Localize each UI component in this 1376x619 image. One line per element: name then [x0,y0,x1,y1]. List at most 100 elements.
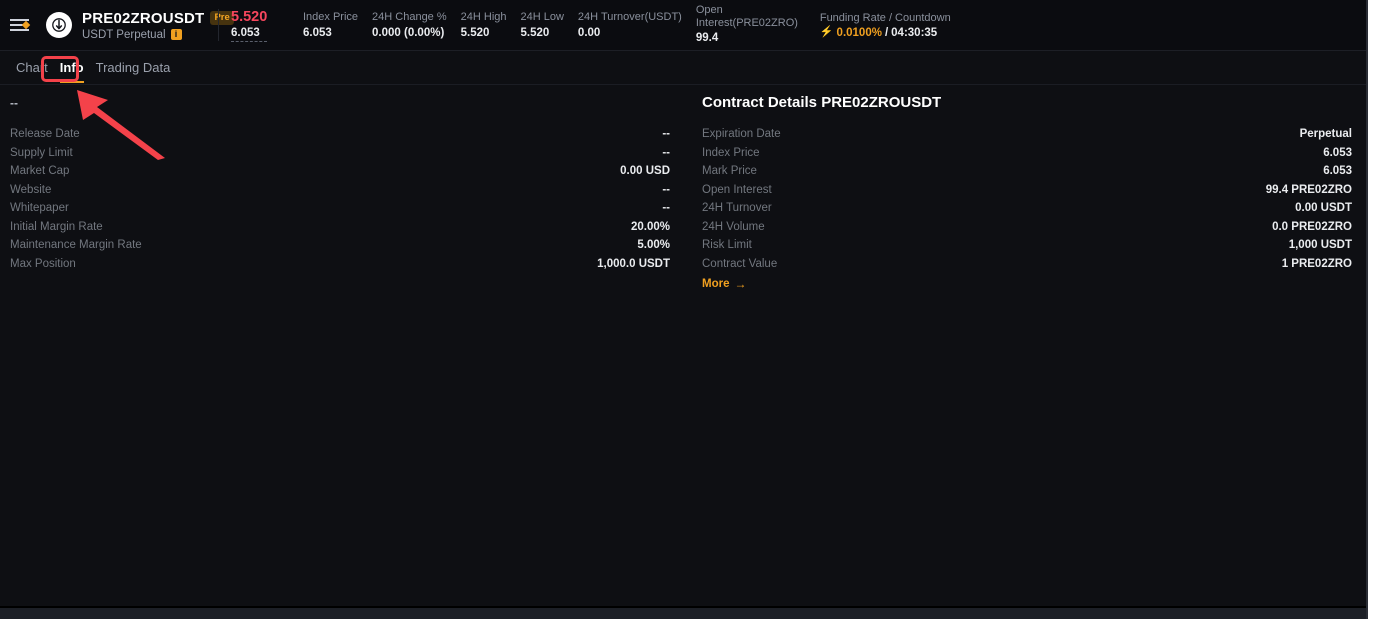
stat-label: Open Interest(PRE02ZRO) [696,4,792,30]
row-value: 1 PRE02ZRO [1282,258,1352,270]
stat-24h-low: 24H Low 5.520 [521,10,564,41]
row-value: 0.00 USD [620,165,670,177]
panel-tab-strip: Chart Info Trading Data [0,51,1366,85]
row-label: Open Interest [702,184,772,196]
info-panel-content: -- Release Date -- Supply Limit -- Marke… [0,85,1366,608]
stat-label: 24H Low [521,10,564,25]
stat-24h-high: 24H High 5.520 [461,10,507,41]
row-label: Mark Price [702,165,757,177]
stat-label: Index Price [303,10,358,25]
menu-accent-dot [21,20,29,28]
table-row: Website -- [10,181,670,200]
zro-coin-logo [46,12,72,38]
contract-details-title: Contract Details PRE02ZROUSDT [702,85,1352,121]
row-value: 6.053 [1323,165,1352,177]
row-value: 0.0 PRE02ZRO [1272,221,1352,233]
page-right-margin [1368,0,1370,619]
contract-details-rows: Expiration Date Perpetual Index Price 6.… [702,125,1352,293]
row-label: Whitepaper [10,202,69,214]
symbol-name: PRE02ZROUSDT [82,10,204,27]
table-row: Risk Limit 1,000 USDT [702,236,1352,255]
contract-type-label: USDT Perpetual [82,29,166,41]
info-icon[interactable]: i [171,29,182,40]
table-row: 24H Volume 0.0 PRE02ZRO [702,218,1352,237]
more-link[interactable]: More → [702,275,746,293]
stat-value: 5.520 [521,25,564,41]
footer-bar [0,608,1366,619]
row-value: 1,000.0 USDT [597,258,670,270]
last-price: 5.520 [231,9,289,26]
more-link-label: More [702,278,729,290]
row-value: 1,000 USDT [1289,239,1352,251]
row-label: 24H Volume [702,221,765,233]
contract-details-column: Contract Details PRE02ZROUSDT Expiration… [702,85,1352,293]
row-label: Max Position [10,258,76,270]
row-label: Expiration Date [702,128,781,140]
funding-rate-value: 0.0100% [837,27,882,39]
token-info-title: -- [10,85,670,121]
stat-open-interest: Open Interest(PRE02ZRO) 99.4 [696,4,792,46]
stat-funding-rate: Funding Rate / Countdown ⚡ 0.0100% / 04:… [820,11,951,39]
stat-value: 99.4 [696,30,792,46]
table-row: Mark Price 6.053 [702,162,1352,181]
table-row: Open Interest 99.4 PRE02ZRO [702,181,1352,200]
table-row: Max Position 1,000.0 USDT [10,255,670,274]
trading-page: PRE02ZROUSDT Pre USDT Perpetual i 5.520 … [0,0,1370,619]
row-value: 20.00% [631,221,670,233]
table-row: Market Cap 0.00 USD [10,162,670,181]
row-value: -- [662,147,670,159]
stat-index-price: Index Price 6.053 [303,10,358,41]
row-label: Initial Margin Rate [10,221,103,233]
row-value: Perpetual [1300,128,1352,140]
table-row: Contract Value 1 PRE02ZRO [702,255,1352,274]
symbol-block[interactable]: PRE02ZROUSDT Pre USDT Perpetual i [82,10,212,41]
tab-info[interactable]: Info [54,51,90,85]
arrow-right-icon: → [734,278,746,290]
funding-separator: / [885,27,888,39]
table-row: Whitepaper -- [10,199,670,218]
row-label: Contract Value [702,258,777,270]
stat-value: 0.00 [578,25,682,41]
stat-label: 24H High [461,10,507,25]
stat-value: 5.520 [461,25,507,41]
stat-value: 6.053 [303,25,358,41]
row-value: 99.4 PRE02ZRO [1266,184,1352,196]
stat-24h-change: 24H Change % 0.000 (0.00%) [372,10,447,41]
table-row: Index Price 6.053 [702,144,1352,163]
row-label: Market Cap [10,165,69,177]
header-divider [218,9,219,41]
row-value: -- [662,202,670,214]
ticker-bar: PRE02ZROUSDT Pre USDT Perpetual i 5.520 … [0,0,1366,51]
hamburger-menu-icon[interactable] [0,0,38,51]
row-value: 0.00 USDT [1295,202,1352,214]
lightning-bolt-icon: ⚡ [820,26,834,39]
token-info-column: -- Release Date -- Supply Limit -- Marke… [10,85,670,273]
row-value: 6.053 [1323,147,1352,159]
tab-trading-data[interactable]: Trading Data [90,51,177,85]
row-value: -- [662,184,670,196]
row-label: Index Price [702,147,760,159]
funding-countdown: 04:30:35 [891,27,937,39]
row-value: -- [662,128,670,140]
stat-label: 24H Turnover(USDT) [578,10,682,25]
tab-chart[interactable]: Chart [10,51,54,85]
row-label: Supply Limit [10,147,73,159]
table-row: Maintenance Margin Rate 5.00% [10,236,670,255]
table-row: 24H Turnover 0.00 USDT [702,199,1352,218]
mark-price-inline[interactable]: 6.053 [231,26,267,42]
row-label: Risk Limit [702,239,752,251]
row-label: Release Date [10,128,80,140]
stat-value: 0.000 (0.00%) [372,25,447,41]
price-block: 5.520 6.053 [231,9,289,42]
table-row: Release Date -- [10,125,670,144]
row-value: 5.00% [637,239,670,251]
row-label: 24H Turnover [702,202,772,214]
table-row: Expiration Date Perpetual [702,125,1352,144]
funding-label: Funding Rate / Countdown [820,11,951,26]
table-row: Initial Margin Rate 20.00% [10,218,670,237]
table-row: Supply Limit -- [10,144,670,163]
stat-24h-turnover: 24H Turnover(USDT) 0.00 [578,10,682,41]
stat-label: 24H Change % [372,10,447,25]
token-info-rows: Release Date -- Supply Limit -- Market C… [10,125,670,273]
row-label: Website [10,184,51,196]
